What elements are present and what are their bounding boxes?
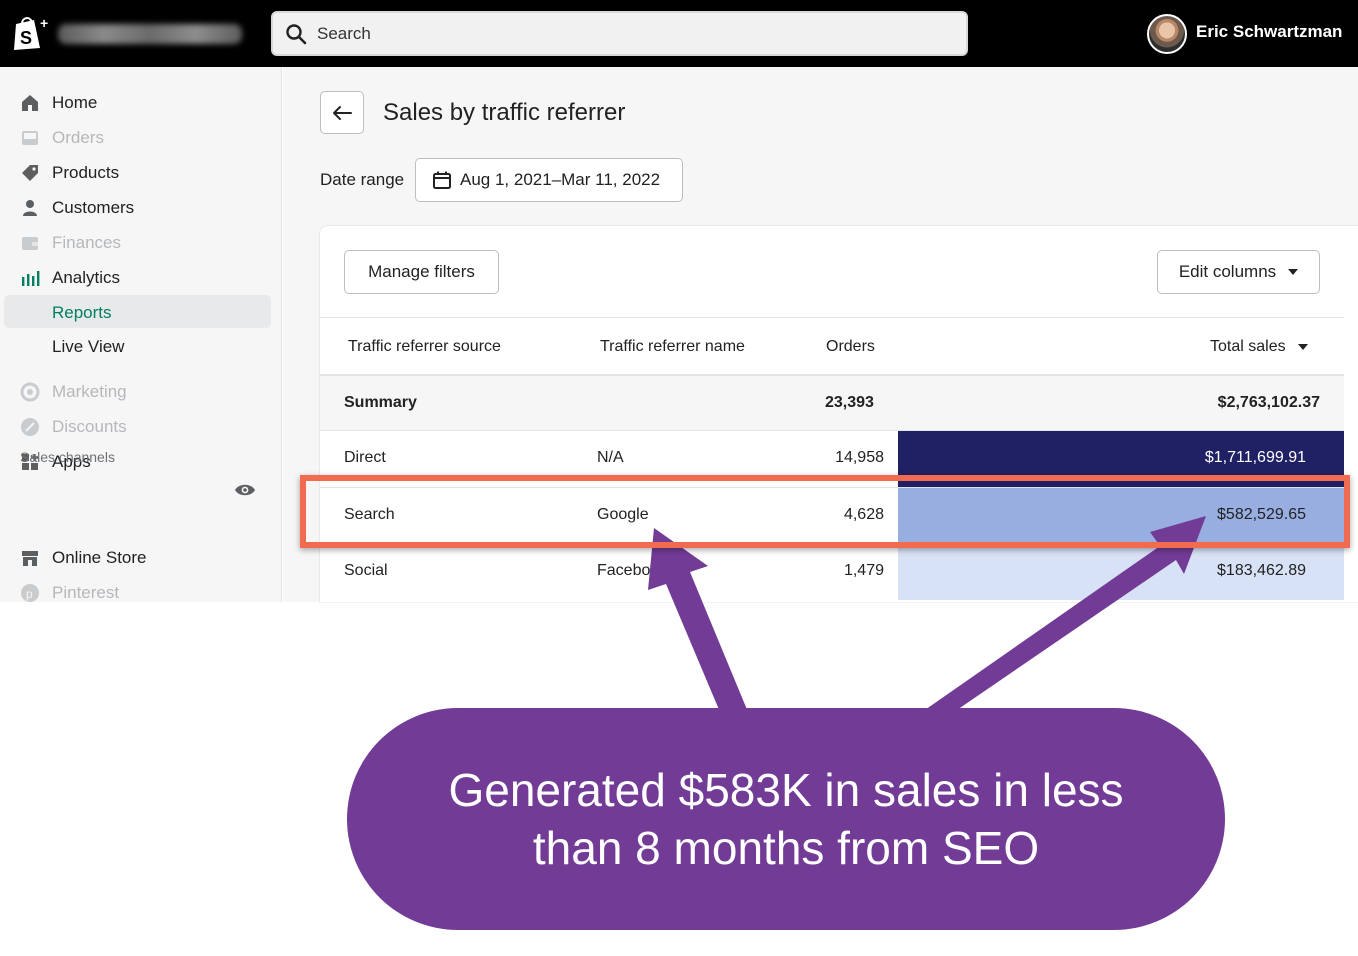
callout-bubble: Generated $583K in sales in less than 8 … (347, 708, 1225, 930)
svg-text:+: + (40, 15, 48, 31)
target-icon (20, 382, 40, 402)
sort-desc-icon (1297, 344, 1308, 350)
column-header-total-sales[interactable]: Total sales (1210, 338, 1308, 356)
sidebar-item-label: Online Store (52, 548, 147, 567)
sidebar-item-label: Marketing (52, 382, 127, 401)
summary-label: Summary (344, 394, 417, 411)
sidebar-item-label: Products (52, 163, 120, 182)
bar-chart-icon (22, 271, 40, 286)
svg-text:S: S (20, 28, 32, 48)
sidebar-item-live-view[interactable]: Live View (52, 337, 124, 357)
sidebar-item-label: Discounts (52, 417, 127, 436)
column-header-orders[interactable]: Orders (826, 338, 875, 356)
cell-source: Direct (344, 449, 386, 466)
back-button[interactable] (320, 91, 364, 134)
column-header-name[interactable]: Traffic referrer name (600, 338, 745, 356)
sidebar-item-pinterest[interactable]: p Pinterest (20, 583, 119, 603)
sidebar-item-label: Pinterest (52, 583, 120, 602)
user-name[interactable]: Eric Schwartzman (1196, 22, 1342, 42)
pinterest-icon: p (21, 584, 39, 602)
cell-orders: 14,958 (835, 449, 884, 466)
discount-icon (21, 418, 39, 436)
shopify-logo-icon[interactable]: S + (10, 14, 50, 52)
date-range-value: Aug 1, 2021–Mar 11, 2022 (460, 170, 661, 189)
cell-orders: 1,479 (843, 562, 884, 579)
sidebar-item-finances[interactable]: Finances (20, 233, 121, 253)
search-icon (286, 23, 307, 44)
sidebar-item-label: Analytics (52, 268, 121, 287)
tag-icon (22, 165, 38, 181)
sidebar-item-label: Finances (52, 233, 121, 252)
date-range-label: Date range (320, 170, 405, 189)
edit-columns-button[interactable]: Edit columns (1157, 250, 1320, 294)
sidebar-item-orders[interactable]: Orders (20, 128, 104, 148)
sidebar-item-label: Home (52, 93, 98, 112)
cell-name: N/A (597, 449, 624, 466)
summary-orders: 23,393 (825, 394, 874, 411)
column-header-label: Total sales (1210, 338, 1286, 355)
date-range-button[interactable]: Aug 1, 2021–Mar 11, 2022 (415, 158, 683, 202)
highlight-box (300, 475, 1350, 548)
store-icon (22, 551, 38, 566)
inbox-icon (22, 131, 38, 145)
sidebar-item-label: Customers (52, 198, 135, 217)
summary-total-sales: $2,763,102.37 (1217, 394, 1320, 411)
eye-icon[interactable] (234, 482, 256, 498)
table-row[interactable]: Social Facebo 1,479 $183,462.89 (320, 543, 1344, 600)
sidebar-item-home[interactable]: Home (20, 93, 97, 113)
cell-name: Facebo (597, 562, 651, 579)
page-title: Sales by traffic referrer (383, 99, 626, 126)
summary-row: Summary 23,393 $2,763,102.37 (320, 374, 1344, 430)
person-icon (23, 200, 37, 216)
column-header-source[interactable]: Traffic referrer source (348, 338, 501, 356)
sales-channels-heading: Sales channels (20, 449, 115, 465)
sidebar-item-customers[interactable]: Customers (20, 198, 134, 218)
home-icon (22, 95, 38, 111)
reports-selected-bg (4, 295, 271, 328)
svg-text:p: p (26, 587, 33, 601)
wallet-icon (22, 237, 38, 250)
sidebar-item-reports[interactable]: Reports (52, 303, 112, 323)
sidebar-item-marketing[interactable]: Marketing (20, 382, 127, 402)
search-bar[interactable] (271, 11, 968, 56)
search-input[interactable] (317, 23, 917, 44)
cell-source: Social (344, 562, 388, 579)
divider (320, 317, 1344, 318)
calendar-icon (433, 171, 451, 189)
sidebar-item-products[interactable]: Products (20, 163, 119, 183)
store-name-blurred[interactable] (58, 24, 242, 44)
sidebar-item-online-store[interactable]: Online Store (20, 548, 147, 568)
arrow-left-icon (333, 105, 352, 120)
sidebar-item-analytics[interactable]: Analytics (20, 268, 120, 288)
top-bar: S + Eric Schwartzman (0, 0, 1358, 67)
avatar[interactable] (1147, 14, 1187, 54)
edit-columns-label: Edit columns (1178, 262, 1277, 281)
sidebar-item-label: Orders (52, 128, 104, 147)
sidebar-item-discounts[interactable]: Discounts (20, 417, 127, 437)
caret-down-icon (1288, 269, 1299, 275)
cell-total-sales: $1,711,699.91 (1204, 449, 1306, 466)
callout-line-2: than 8 months from SEO (532, 822, 1040, 874)
manage-filters-button[interactable]: Manage filters (344, 250, 499, 294)
callout-line-1: Generated $583K in sales in less (448, 764, 1124, 816)
cell-total-sales: $183,462.89 (1217, 562, 1306, 579)
